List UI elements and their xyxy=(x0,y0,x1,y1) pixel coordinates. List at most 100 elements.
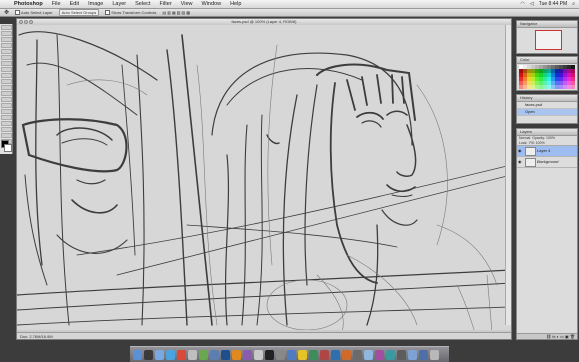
clone-stamp-tool-icon[interactable] xyxy=(0,73,12,78)
show-transform-label: Show Transform Controls xyxy=(111,9,157,15)
path-selection-tool-icon[interactable] xyxy=(0,121,12,126)
blur-tool-icon[interactable] xyxy=(0,97,12,102)
spotlight-icon[interactable]: ⌕ xyxy=(572,1,575,7)
layer-thumbnail xyxy=(525,147,536,156)
brush-tool-icon[interactable] xyxy=(0,67,12,72)
history-brush-tool-icon[interactable] xyxy=(0,79,12,84)
dodge-tool-icon[interactable] xyxy=(0,103,12,108)
menu-select[interactable]: Select xyxy=(135,0,150,8)
history-panel: History faces.psd Open xyxy=(516,94,578,124)
terminal-icon[interactable] xyxy=(265,349,274,360)
menu-bar: Photoshop File Edit Image Layer Select F… xyxy=(0,0,579,9)
bridge-icon[interactable] xyxy=(243,349,252,360)
menu-help[interactable]: Help xyxy=(230,0,241,8)
eraser-tool-icon[interactable] xyxy=(0,85,12,90)
system-prefs-icon[interactable] xyxy=(276,349,285,360)
hand-tool-icon[interactable] xyxy=(0,133,12,138)
menu-window[interactable]: Window xyxy=(202,0,222,8)
show-transform-checkbox[interactable]: Show Transform Controls xyxy=(105,9,157,16)
itunes-icon[interactable] xyxy=(199,349,208,360)
preview-icon[interactable] xyxy=(254,349,263,360)
layers-tab[interactable]: Layers xyxy=(517,129,577,136)
history-snapshot[interactable]: faces.psd xyxy=(517,102,577,109)
dashboard-icon[interactable] xyxy=(144,349,153,360)
navigator-tab[interactable]: Navigator xyxy=(517,21,577,28)
color-swatch[interactable] xyxy=(571,85,575,89)
finder-icon[interactable] xyxy=(133,349,142,360)
layer-row[interactable]: ◉ Background xyxy=(517,157,577,168)
gradient-tool-icon[interactable] xyxy=(0,91,12,96)
menu-layer[interactable]: Layer xyxy=(112,0,126,8)
photoshop-icon[interactable] xyxy=(221,349,230,360)
dock xyxy=(130,346,449,362)
layer-name: Background xyxy=(537,159,559,164)
slice-tool-icon[interactable] xyxy=(0,55,12,60)
color-tab[interactable]: Color xyxy=(517,57,577,64)
layer-thumbnail xyxy=(525,158,536,167)
addressbook-icon[interactable] xyxy=(188,349,197,360)
menubar-clock[interactable]: Tue 8:44 PM xyxy=(539,1,567,7)
menu-filter[interactable]: Filter xyxy=(159,0,171,8)
app-icon[interactable] xyxy=(331,349,340,360)
document-status-bar: Doc: 2.76M/16.9M xyxy=(17,332,511,339)
zoom-window-icon[interactable] xyxy=(29,20,33,24)
background-color-swatch[interactable] xyxy=(4,144,12,152)
navigator-panel: Navigator xyxy=(516,20,578,54)
history-state-open[interactable]: Open xyxy=(517,109,577,116)
healing-brush-tool-icon[interactable] xyxy=(0,61,12,66)
app-icon[interactable] xyxy=(386,349,395,360)
illustrator-icon[interactable] xyxy=(232,349,241,360)
swatch-grid[interactable] xyxy=(517,64,577,90)
crop-tool-icon[interactable] xyxy=(0,49,12,54)
navigator-preview[interactable] xyxy=(535,30,562,50)
app-icon[interactable] xyxy=(320,349,329,360)
downloads-icon[interactable] xyxy=(419,349,428,360)
menu-view[interactable]: View xyxy=(181,0,193,8)
sketch-canvas[interactable] xyxy=(17,25,511,332)
minimize-window-icon[interactable] xyxy=(24,20,28,24)
marquee-tool-icon[interactable] xyxy=(0,31,12,36)
layer-options[interactable]: Normal Opacity: 100% Lock: Fill: 100% xyxy=(517,136,577,146)
type-tool-icon[interactable] xyxy=(0,115,12,120)
app-icon[interactable] xyxy=(298,349,307,360)
menu-file[interactable]: File xyxy=(52,0,61,8)
color-panel: Color xyxy=(516,56,578,91)
app-icon[interactable] xyxy=(375,349,384,360)
app-icon[interactable] xyxy=(342,349,351,360)
menu-image[interactable]: Image xyxy=(88,0,103,8)
visibility-eye-icon[interactable]: ◉ xyxy=(518,148,523,153)
layer-footer-icons[interactable]: ⛓ fx ◐ ▭ ▣ 🗑 xyxy=(546,334,575,339)
move-tool-icon[interactable]: ✥ xyxy=(4,9,9,16)
lasso-tool-icon[interactable] xyxy=(0,37,12,42)
app-icon[interactable] xyxy=(364,349,373,360)
move-tool-icon[interactable] xyxy=(0,25,12,30)
vertical-scrollbar[interactable] xyxy=(505,25,511,325)
app-icon[interactable] xyxy=(309,349,318,360)
auto-select-groups-dropdown[interactable]: Auto Select Groups xyxy=(58,9,100,16)
layers-panel: Layers Normal Opacity: 100% Lock: Fill: … xyxy=(516,128,578,340)
magic-wand-tool-icon[interactable] xyxy=(0,43,12,48)
menu-edit[interactable]: Edit xyxy=(70,0,79,8)
history-tab[interactable]: History xyxy=(517,95,577,102)
document-title: faces.psd @ 100% (Layer 4, RGB/8) xyxy=(231,19,297,24)
iphoto-icon[interactable] xyxy=(210,349,219,360)
layer-row[interactable]: ◉ Layer 4 xyxy=(517,146,577,157)
safari-icon[interactable] xyxy=(166,349,175,360)
pen-tool-icon[interactable] xyxy=(0,109,12,114)
volume-icon[interactable]: ◁ xyxy=(530,1,534,7)
wifi-icon[interactable]: ◠ xyxy=(521,1,525,7)
visibility-eye-icon[interactable]: ◉ xyxy=(518,159,523,164)
shape-tool-icon[interactable] xyxy=(0,127,12,132)
app-icon[interactable] xyxy=(397,349,406,360)
close-window-icon[interactable] xyxy=(19,20,23,24)
menu-photoshop[interactable]: Photoshop xyxy=(14,0,43,8)
options-bar: ✥ Auto Select Layer Auto Select Groups S… xyxy=(0,9,579,17)
trash-icon[interactable] xyxy=(430,349,439,360)
app-icon[interactable] xyxy=(287,349,296,360)
ical-icon[interactable] xyxy=(177,349,186,360)
mail-icon[interactable] xyxy=(155,349,164,360)
folder-icon[interactable] xyxy=(408,349,417,360)
auto-select-checkbox[interactable]: Auto Select Layer xyxy=(15,10,53,16)
app-icon[interactable] xyxy=(353,349,362,360)
align-icons[interactable]: ▤▥▦▧▨▩ xyxy=(162,10,191,15)
